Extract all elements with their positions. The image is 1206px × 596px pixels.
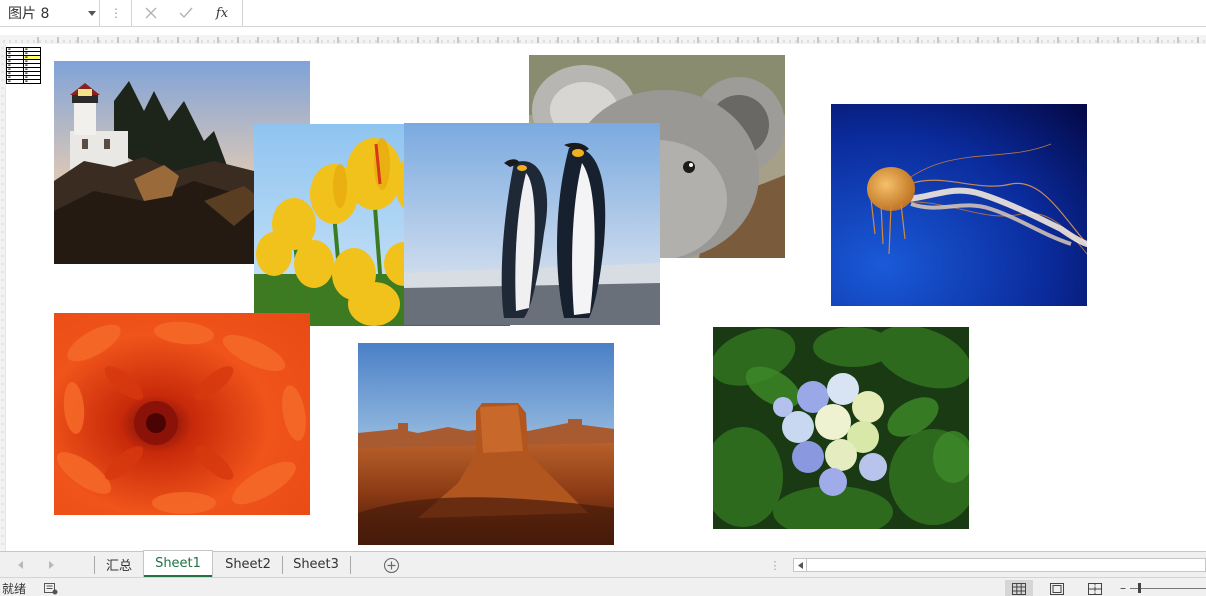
cancel-button[interactable] xyxy=(140,3,162,23)
horizontal-scrollbar[interactable] xyxy=(793,558,1206,572)
view-normal-button[interactable] xyxy=(1005,580,1033,596)
tab-divider xyxy=(94,556,95,574)
chevron-left-icon xyxy=(18,561,23,569)
tab-divider xyxy=(350,556,351,574)
macro-record-icon[interactable] xyxy=(44,583,58,596)
formula-bar: 图片 8 ⋮ fx xyxy=(0,0,1206,27)
add-sheet-button[interactable] xyxy=(383,557,400,574)
grid-view-icon xyxy=(1012,582,1026,595)
insert-function-button[interactable]: fx xyxy=(211,3,233,23)
view-page-break-button[interactable] xyxy=(1081,580,1109,596)
tab-scroll-left-button[interactable] xyxy=(14,558,28,572)
tab-divider xyxy=(282,556,283,574)
hscroll-splitter-icon[interactable]: ⋮ xyxy=(770,555,781,575)
zoom-out-button[interactable]: – xyxy=(1118,581,1128,595)
tab-scroll-right-button[interactable] xyxy=(44,558,58,572)
view-page-layout-button[interactable] xyxy=(1043,580,1071,596)
sheet-tab-sheet2[interactable]: Sheet2 xyxy=(214,552,282,577)
page-break-icon xyxy=(1088,582,1102,595)
chevron-left-icon xyxy=(797,561,803,569)
summary-mini-table[interactable]: ▬ ▬ ▬ ▬ ▬ ▬ ▬ ▬ ▬ ▬ ▬ ▬ ▬ ▬ ▬ ▬ ▬ ▬ xyxy=(6,47,41,84)
sheet-tab-sheet3[interactable]: Sheet3 xyxy=(284,552,348,577)
sheet-canvas[interactable]: ▬ ▬ ▬ ▬ ▬ ▬ ▬ ▬ ▬ ▬ ▬ ▬ ▬ ▬ ▬ ▬ ▬ ▬ xyxy=(5,44,1206,551)
scroll-left-button[interactable] xyxy=(794,559,807,571)
column-header[interactable] xyxy=(0,34,1206,44)
enter-button[interactable] xyxy=(175,3,197,23)
picture-desert[interactable] xyxy=(358,343,614,545)
picture-hydrangeas[interactable] xyxy=(713,327,969,529)
formula-bar-grip-icon[interactable]: ⋮ xyxy=(104,0,128,26)
name-box-value[interactable]: 图片 8 xyxy=(0,3,85,23)
close-icon xyxy=(145,7,157,19)
sheet-tab-bar: 汇总 Sheet1 Sheet2 Sheet3 ⋮ xyxy=(0,551,1206,577)
sheet-tab-sheet1[interactable]: Sheet1 xyxy=(144,551,212,577)
plus-circle-icon xyxy=(383,557,400,574)
zoom-slider[interactable] xyxy=(1130,582,1206,594)
formula-input[interactable] xyxy=(246,3,1202,23)
status-bar: 就绪 – xyxy=(0,577,1206,596)
picture-jellyfish[interactable] xyxy=(831,104,1087,306)
excel-window: 图片 8 ⋮ fx ▬ ▬ ▬ ▬ ▬ ▬ ▬ ▬ ▬ ▬ ▬ ▬ ▬ ▬ ▬ … xyxy=(0,0,1206,596)
status-ready-text: 就绪 xyxy=(2,582,27,596)
chevron-right-icon xyxy=(49,561,54,569)
check-icon xyxy=(179,7,193,19)
picture-penguins[interactable] xyxy=(404,123,660,325)
formula-bar-buttons: fx xyxy=(131,0,243,26)
page-layout-icon xyxy=(1050,582,1064,595)
name-box[interactable]: 图片 8 xyxy=(0,0,100,26)
sheet-tab-huizong[interactable]: 汇总 xyxy=(96,552,142,577)
picture-chrysanthemum[interactable] xyxy=(54,313,310,515)
chevron-down-icon[interactable] xyxy=(85,0,99,26)
